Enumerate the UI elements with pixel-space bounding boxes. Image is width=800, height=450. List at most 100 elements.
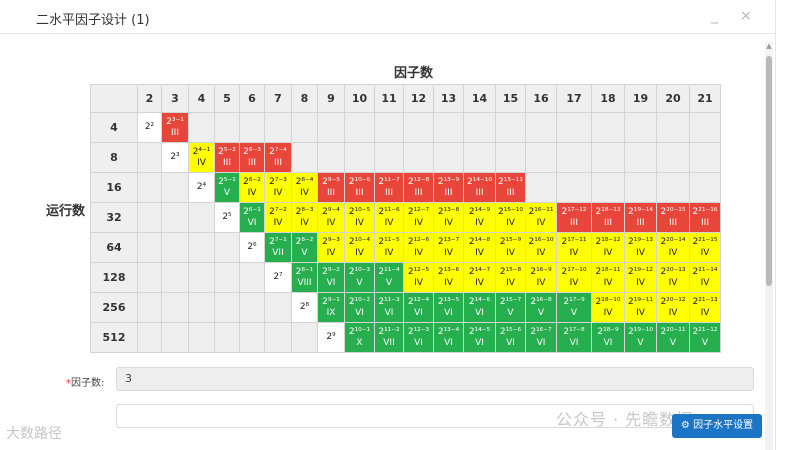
design-cell[interactable]: 2¹⁰⁻¹ X <box>344 322 375 353</box>
design-cell[interactable]: 2¹¹⁻³ VI <box>374 292 404 323</box>
design-cell[interactable]: 2¹⁸⁻¹² IV <box>591 232 625 263</box>
design-cell[interactable]: 2¹⁷⁻⁸ VI <box>556 322 592 353</box>
design-cell[interactable]: 2⁴ <box>188 172 215 203</box>
design-cell[interactable]: 2¹⁹⁻¹³ IV <box>624 232 657 263</box>
design-cell[interactable]: 2¹⁸⁻⁹ VI <box>591 322 625 353</box>
design-cell[interactable]: 2¹⁴⁻¹⁰ III <box>463 172 496 203</box>
design-cell[interactable]: 2²¹⁻¹⁵ IV <box>689 232 721 263</box>
design-cell[interactable]: 2¹⁵⁻¹⁰ IV <box>495 202 526 233</box>
design-cell[interactable]: 2⁷⁻² IV <box>264 202 292 233</box>
design-cell[interactable]: 2¹²⁻⁶ IV <box>403 232 434 263</box>
design-cell[interactable]: 2¹⁹⁻¹¹ IV <box>624 292 657 323</box>
design-cell[interactable]: 2¹⁴⁻⁵ VI <box>463 322 496 353</box>
design-cell[interactable]: 2⁶ <box>239 232 265 263</box>
design-cell[interactable]: 2¹²⁻⁴ VI <box>403 292 434 323</box>
design-cell[interactable]: 2³⁻¹ III <box>161 112 189 143</box>
design-cell[interactable]: 2¹²⁻⁵ IV <box>403 262 434 293</box>
design-cell[interactable]: 2¹⁰⁻⁶ III <box>344 172 375 203</box>
design-cell[interactable]: 2⁹⁻² VI <box>317 262 345 293</box>
design-cell[interactable]: 2¹¹⁻⁶ IV <box>374 202 404 233</box>
design-cell[interactable]: 2²⁰⁻¹² IV <box>656 292 690 323</box>
design-cell[interactable]: 2¹³⁻⁶ IV <box>433 262 464 293</box>
design-cell[interactable]: 2¹³⁻⁵ VI <box>433 292 464 323</box>
design-cell[interactable]: 2⁹⁻⁴ IV <box>317 202 345 233</box>
design-cell[interactable]: 2⁶⁻² IV <box>239 172 265 203</box>
design-cell[interactable]: 2²⁰⁻¹⁵ III <box>656 202 690 233</box>
design-cell[interactable]: 2⁷⁻⁴ III <box>264 142 292 173</box>
design-cell[interactable]: 2²¹⁻¹⁶ III <box>689 202 721 233</box>
design-cell[interactable]: 2¹²⁻⁸ III <box>403 172 434 203</box>
design-cell[interactable]: 2⁸⁻² V <box>291 232 318 263</box>
design-cell[interactable]: 2¹⁰⁻³ V <box>344 262 375 293</box>
design-cell[interactable]: 2¹⁸⁻¹⁰ IV <box>591 292 625 323</box>
design-cell[interactable]: 2⁹⁻⁵ III <box>317 172 345 203</box>
design-cell[interactable]: 2¹⁹⁻¹⁴ III <box>624 202 657 233</box>
design-cell[interactable]: 2¹⁵⁻⁶ VI <box>495 322 526 353</box>
design-cell[interactable]: 2¹⁷⁻¹⁰ IV <box>556 262 592 293</box>
design-cell[interactable]: 2⁹⁻¹ IX <box>317 292 345 323</box>
design-cell[interactable]: 2¹⁰⁻² VI <box>344 292 375 323</box>
design-cell[interactable]: 2¹⁶⁻¹⁰ IV <box>525 232 557 263</box>
design-cell[interactable]: 2¹³⁻⁹ III <box>433 172 464 203</box>
design-cell[interactable]: 2⁷⁻¹ VII <box>264 232 292 263</box>
design-cell[interactable]: 2²¹⁻¹² V <box>689 322 721 353</box>
design-cell[interactable]: 2² <box>137 112 162 143</box>
design-cell[interactable]: 2¹⁴⁻⁸ IV <box>463 232 496 263</box>
design-cell[interactable]: 2⁸ <box>291 292 318 323</box>
design-cell[interactable]: 2²⁰⁻¹¹ V <box>656 322 690 353</box>
design-cell[interactable]: 2¹⁵⁻⁷ V <box>495 292 526 323</box>
design-cell[interactable]: 2⁹ <box>317 322 345 353</box>
design-cell[interactable]: 2²⁰⁻¹³ IV <box>656 262 690 293</box>
design-cell[interactable]: 2¹³⁻⁴ VI <box>433 322 464 353</box>
design-cell[interactable]: 2¹⁴⁻⁷ IV <box>463 262 496 293</box>
design-cell[interactable]: 2¹⁷⁻¹² III <box>556 202 592 233</box>
design-cell[interactable]: 2¹⁸⁻¹¹ IV <box>591 262 625 293</box>
design-cell[interactable]: 2¹¹⁻⁴ V <box>374 262 404 293</box>
design-cell[interactable]: 2³ <box>161 142 189 173</box>
design-cell[interactable]: 2¹⁹⁻¹⁰ V <box>624 322 657 353</box>
design-cell[interactable]: 2⁷⁻³ IV <box>264 172 292 203</box>
vertical-scrollbar[interactable]: ▲ <box>765 42 773 450</box>
design-cell[interactable]: 2¹³⁻⁸ IV <box>433 202 464 233</box>
design-cell[interactable]: 2¹¹⁻² VII <box>374 322 404 353</box>
design-cell[interactable]: 2¹⁰⁻⁵ IV <box>344 202 375 233</box>
design-cell[interactable]: 2¹⁶⁻¹¹ IV <box>525 202 557 233</box>
design-cell[interactable]: 2¹⁹⁻¹² IV <box>624 262 657 293</box>
design-cell[interactable]: 2²⁰⁻¹⁴ IV <box>656 232 690 263</box>
close-icon[interactable]: × <box>740 9 752 23</box>
design-cell[interactable]: 2⁸⁻¹ VIII <box>291 262 318 293</box>
design-cell[interactable]: 2¹⁵⁻⁸ IV <box>495 262 526 293</box>
design-cell[interactable]: 2¹⁶⁻⁸ V <box>525 292 557 323</box>
design-cell[interactable]: 2¹⁶⁻⁷ VI <box>525 322 557 353</box>
design-cell[interactable]: 2¹⁶⁻⁹ IV <box>525 262 557 293</box>
design-cell[interactable]: 2⁵⁻² III <box>214 142 240 173</box>
design-cell[interactable]: 2⁴⁻¹ IV <box>188 142 215 173</box>
factor-count-input[interactable]: 3 <box>116 367 754 391</box>
design-cell[interactable]: 2⁵⁻¹ V <box>214 172 240 203</box>
design-cell[interactable]: 2⁶⁻³ III <box>239 142 265 173</box>
design-cell[interactable]: 2²¹⁻¹⁴ IV <box>689 262 721 293</box>
scrollbar-thumb[interactable] <box>766 56 772 286</box>
design-cell[interactable]: 2¹⁵⁻¹¹ III <box>495 172 526 203</box>
design-cell[interactable]: 2⁹⁻³ IV <box>317 232 345 263</box>
design-cell[interactable]: 2¹³⁻⁷ IV <box>433 232 464 263</box>
design-cell[interactable]: 2¹⁸⁻¹³ III <box>591 202 625 233</box>
design-cell[interactable]: 2¹¹⁻⁵ IV <box>374 232 404 263</box>
design-cell[interactable]: 2¹¹⁻⁷ III <box>374 172 404 203</box>
design-cell[interactable]: 2⁶⁻¹ VI <box>239 202 265 233</box>
design-cell[interactable]: 2⁵ <box>214 202 240 233</box>
minimize-icon[interactable]: _ <box>711 9 718 23</box>
design-cell[interactable]: 2¹⁵⁻⁹ IV <box>495 232 526 263</box>
design-cell[interactable]: 2¹⁴⁻⁹ IV <box>463 202 496 233</box>
design-cell[interactable]: 2¹²⁻⁷ IV <box>403 202 434 233</box>
design-cell[interactable]: 2¹⁰⁻⁴ IV <box>344 232 375 263</box>
design-cell[interactable]: 2⁸⁻³ IV <box>291 202 318 233</box>
design-cell[interactable]: 2¹⁴⁻⁶ VI <box>463 292 496 323</box>
scroll-up-arrow[interactable]: ▲ <box>765 42 773 50</box>
design-cell[interactable]: 2¹²⁻³ VI <box>403 322 434 353</box>
design-cell[interactable]: 2⁷ <box>264 262 292 293</box>
factor-level-settings-button[interactable]: ⚙ 因子水平设置 <box>672 414 762 438</box>
design-cell[interactable]: 2¹⁷⁻⁹ V <box>556 292 592 323</box>
design-cell[interactable]: 2¹⁷⁻¹¹ IV <box>556 232 592 263</box>
design-cell[interactable]: 2²¹⁻¹³ IV <box>689 292 721 323</box>
